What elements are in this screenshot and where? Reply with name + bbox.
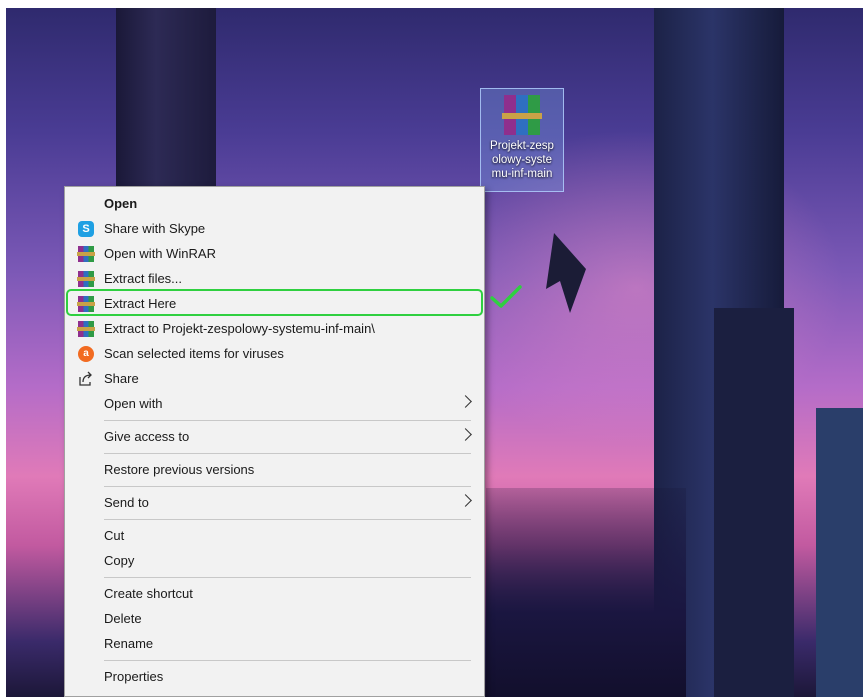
winrar-icon [77,271,95,287]
menu-item-label: Share with Skype [104,221,206,236]
menu-item-rename[interactable]: Rename [65,631,484,656]
wallpaper-city [486,488,686,697]
chevron-right-icon [459,428,472,441]
menu-item-label: Open [104,196,138,211]
menu-item-copy[interactable]: Copy [65,548,484,573]
menu-item-label: Rename [104,636,154,651]
context-menu: Open S Share with Skype Open with WinRAR… [64,186,485,697]
menu-item-open-with[interactable]: Open with [65,391,484,416]
menu-separator [104,420,471,421]
checkmark-icon [490,284,522,315]
menu-item-extract-to-folder[interactable]: Extract to Projekt-zespolowy-systemu-inf… [65,316,484,341]
menu-item-properties[interactable]: Properties [65,664,484,689]
winrar-icon [77,321,95,337]
menu-item-cut[interactable]: Cut [65,523,484,548]
menu-separator [104,486,471,487]
chevron-right-icon [459,494,472,507]
menu-item-label: Create shortcut [104,586,193,601]
menu-item-label: Share [104,371,139,386]
wallpaper-building [816,408,863,697]
desktop-icon-label: Projekt-zesp olowy-syste mu-inf-main [490,140,554,180]
menu-item-label: Extract files... [104,271,183,286]
menu-item-extract-files[interactable]: Extract files... [65,266,484,291]
menu-item-open-with-winrar[interactable]: Open with WinRAR [65,241,484,266]
menu-item-label: Give access to [104,429,190,444]
menu-item-label: Send to [104,495,149,510]
menu-item-label: Delete [104,611,142,626]
wallpaper-building [714,308,794,697]
menu-item-label: Cut [104,528,125,543]
menu-item-send-to[interactable]: Send to [65,490,484,515]
menu-item-label: Open with [104,396,163,411]
menu-item-share[interactable]: Share [65,366,484,391]
menu-item-label: Scan selected items for viruses [104,346,284,361]
chevron-right-icon [459,395,472,408]
menu-item-label: Restore previous versions [104,462,255,477]
winrar-icon [77,246,95,262]
desktop-icon-archive[interactable]: Projekt-zesp olowy-syste mu-inf-main [480,88,564,192]
winrar-archive-icon [502,95,542,135]
menu-item-delete[interactable]: Delete [65,606,484,631]
menu-item-label: Open with WinRAR [104,246,216,261]
menu-separator [104,660,471,661]
menu-item-scan-viruses[interactable]: a Scan selected items for viruses [65,341,484,366]
menu-item-open[interactable]: Open [65,191,484,216]
menu-separator [104,577,471,578]
menu-separator [104,453,471,454]
menu-separator [104,519,471,520]
menu-item-label: Extract to Projekt-zespolowy-systemu-inf… [104,321,375,336]
menu-item-share-with-skype[interactable]: S Share with Skype [65,216,484,241]
menu-item-give-access-to[interactable]: Give access to [65,424,484,449]
share-icon [78,371,94,387]
menu-item-label: Properties [104,669,164,684]
menu-item-label: Copy [104,553,135,568]
avast-icon: a [78,346,94,362]
menu-item-restore-previous-versions[interactable]: Restore previous versions [65,457,484,482]
skype-icon: S [78,221,94,237]
extract-here-highlight [66,289,483,316]
menu-item-create-shortcut[interactable]: Create shortcut [65,581,484,606]
